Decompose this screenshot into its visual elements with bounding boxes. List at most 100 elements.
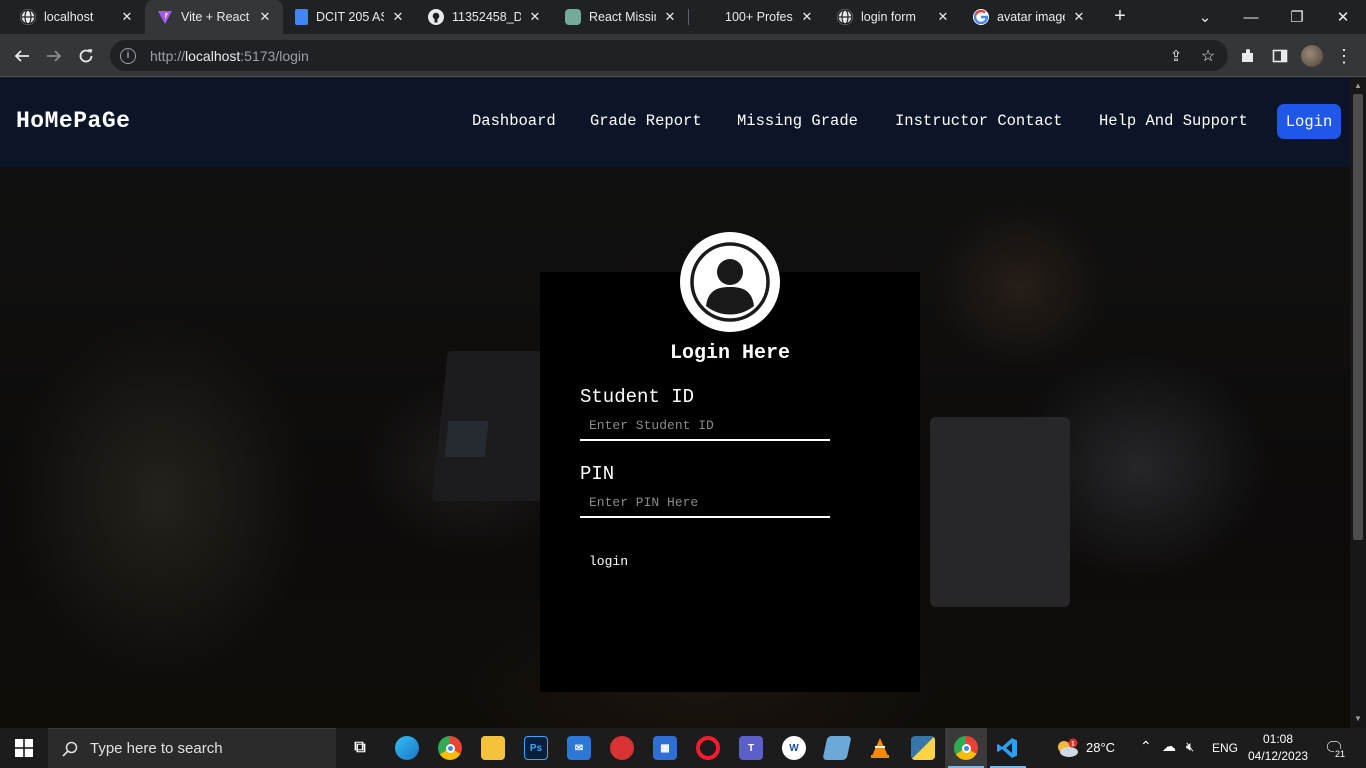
bookmark-star-icon[interactable]: ☆ — [1194, 42, 1222, 70]
weather-temperature[interactable]: 28°C — [1086, 740, 1115, 755]
share-icon[interactable]: ⇪ — [1162, 42, 1190, 70]
tab-title: login form — [861, 10, 916, 24]
student-id-label: Student ID — [580, 386, 695, 408]
chatgpt-icon — [565, 9, 581, 25]
edge-icon[interactable] — [395, 736, 419, 760]
chrome-profile-icon[interactable] — [954, 736, 978, 760]
login-title: Login Here — [669, 342, 791, 365]
tab-search-icon[interactable]: ⌄ — [1182, 0, 1228, 34]
nav-login-button[interactable]: Login — [1277, 104, 1341, 139]
page-viewport: HoMePaGe Dashboard Grade Report Missing … — [0, 78, 1350, 728]
side-panel-icon[interactable] — [1266, 42, 1294, 70]
windows-start-button[interactable] — [0, 728, 48, 768]
profile-avatar[interactable] — [1298, 42, 1326, 70]
login-submit-button[interactable]: login — [580, 550, 640, 572]
app-circle-icon[interactable]: W — [782, 736, 806, 760]
pin-input[interactable] — [580, 488, 830, 518]
browser-tab[interactable]: login form ✕ — [825, 0, 961, 34]
arrow-left-icon — [14, 50, 29, 62]
language-indicator[interactable]: ENG — [1212, 741, 1238, 755]
mail-icon[interactable]: ✉ — [567, 736, 591, 760]
tab-title: 11352458_D — [452, 10, 521, 24]
tab-title: DCIT 205 AS — [316, 10, 384, 24]
pin-label: PIN — [580, 463, 615, 485]
task-view-icon[interactable]: ⧉ — [348, 736, 372, 760]
volume-muted-icon[interactable]: 🔇︎ — [1186, 739, 1194, 755]
photoshop-icon[interactable]: Ps — [524, 736, 548, 760]
scrollbar-thumb[interactable] — [1353, 94, 1363, 540]
nav-link-missing-grade[interactable]: Missing Grade — [737, 112, 858, 130]
microsoft-store-icon[interactable]: ▦ — [653, 736, 677, 760]
url-path: :5173/login — [240, 47, 309, 64]
notes-icon[interactable] — [822, 736, 852, 760]
back-button[interactable] — [8, 42, 36, 70]
url-prefix: http:// — [150, 47, 186, 64]
windows-taskbar: Type here to search ⧉ Ps ✉ ▦ T W 1 28°C … — [0, 728, 1366, 768]
onedrive-cloud-icon[interactable]: ☁ — [1162, 738, 1176, 755]
close-tab-icon[interactable]: ✕ — [662, 9, 678, 25]
python-icon[interactable] — [911, 736, 935, 760]
globe-icon — [837, 9, 853, 25]
browser-tab[interactable]: localhost ✕ — [8, 0, 145, 34]
close-tab-icon[interactable]: ✕ — [119, 9, 135, 25]
nav-link-help-and-support[interactable]: Help And Support — [1099, 112, 1248, 130]
scroll-up-arrow-icon[interactable]: ▲ — [1350, 81, 1366, 90]
clock-date[interactable]: 04/12/2023 — [1248, 749, 1308, 763]
tab-title: localhost — [44, 10, 94, 24]
student-id-input[interactable] — [580, 411, 830, 441]
notification-count-badge: 21 — [1334, 749, 1347, 759]
google-icon — [973, 9, 989, 25]
taskbar-search-placeholder: Type here to search — [90, 740, 223, 757]
browser-tab-strip: localhost ✕ Vite + React ✕ DCIT 205 AS ✕… — [0, 0, 1366, 34]
weather-icon[interactable]: 1 — [1054, 736, 1080, 760]
forward-button[interactable] — [40, 42, 68, 70]
close-window-button[interactable]: ✕ — [1320, 0, 1366, 34]
browser-tab[interactable]: React Missin ✕ — [553, 0, 688, 34]
file-explorer-icon[interactable] — [481, 736, 505, 760]
extensions-puzzle-icon[interactable] — [1234, 42, 1262, 70]
vscode-icon[interactable] — [995, 736, 1019, 760]
blank-icon — [701, 9, 717, 25]
user-avatar-icon — [680, 232, 780, 332]
teams-icon[interactable]: T — [739, 736, 763, 760]
clock-time[interactable]: 01:08 — [1263, 732, 1293, 746]
new-tab-button[interactable]: + — [1108, 5, 1132, 29]
taskbar-search-box[interactable]: Type here to search — [48, 728, 336, 768]
site-info-icon[interactable]: i — [120, 47, 136, 64]
site-brand-logo[interactable]: HoMePaGe — [16, 108, 130, 134]
close-tab-icon[interactable]: ✕ — [390, 9, 406, 25]
address-bar[interactable]: i http://localhost:5173/login — [110, 40, 1228, 71]
menu-kebab-icon[interactable]: ⋮ — [1330, 42, 1358, 70]
vlc-icon[interactable] — [868, 736, 892, 760]
close-tab-icon[interactable]: ✕ — [799, 9, 815, 25]
browser-tab[interactable]: 100+ Profess ✕ — [689, 0, 825, 34]
browser-tab[interactable]: 11352458_D ✕ — [416, 0, 553, 34]
restore-button[interactable]: ❐ — [1274, 0, 1320, 34]
minimize-button[interactable]: — — [1228, 0, 1274, 34]
arrow-right-icon — [47, 50, 62, 62]
tab-title: React Missin — [589, 10, 656, 24]
screen-recorder-icon[interactable] — [610, 736, 634, 760]
close-tab-icon[interactable]: ✕ — [527, 9, 543, 25]
globe-icon — [20, 9, 36, 25]
page-scrollbar[interactable]: ▲ ▼ — [1350, 78, 1366, 728]
browser-tab[interactable]: DCIT 205 AS ✕ — [283, 0, 416, 34]
chrome-icon[interactable] — [438, 736, 462, 760]
scroll-down-arrow-icon[interactable]: ▼ — [1350, 714, 1366, 723]
tab-title: 100+ Profess — [725, 10, 793, 24]
browser-tab-active[interactable]: Vite + React ✕ — [145, 0, 283, 34]
search-icon — [62, 741, 78, 757]
vite-icon — [157, 9, 173, 25]
close-tab-icon[interactable]: ✕ — [1071, 9, 1087, 25]
close-tab-icon[interactable]: ✕ — [935, 9, 951, 25]
reload-button[interactable] — [72, 42, 100, 70]
opera-icon[interactable] — [696, 736, 720, 760]
tab-title: avatar image — [997, 10, 1065, 24]
close-tab-icon[interactable]: ✕ — [257, 9, 273, 25]
nav-link-instructor-contact[interactable]: Instructor Contact — [895, 112, 1062, 130]
browser-tab[interactable]: avatar image ✕ — [961, 0, 1097, 34]
nav-link-grade-report[interactable]: Grade Report — [590, 112, 702, 130]
chevron-up-icon[interactable]: ⌃ — [1140, 738, 1152, 755]
google-docs-icon — [295, 9, 308, 25]
nav-link-dashboard[interactable]: Dashboard — [472, 112, 556, 130]
